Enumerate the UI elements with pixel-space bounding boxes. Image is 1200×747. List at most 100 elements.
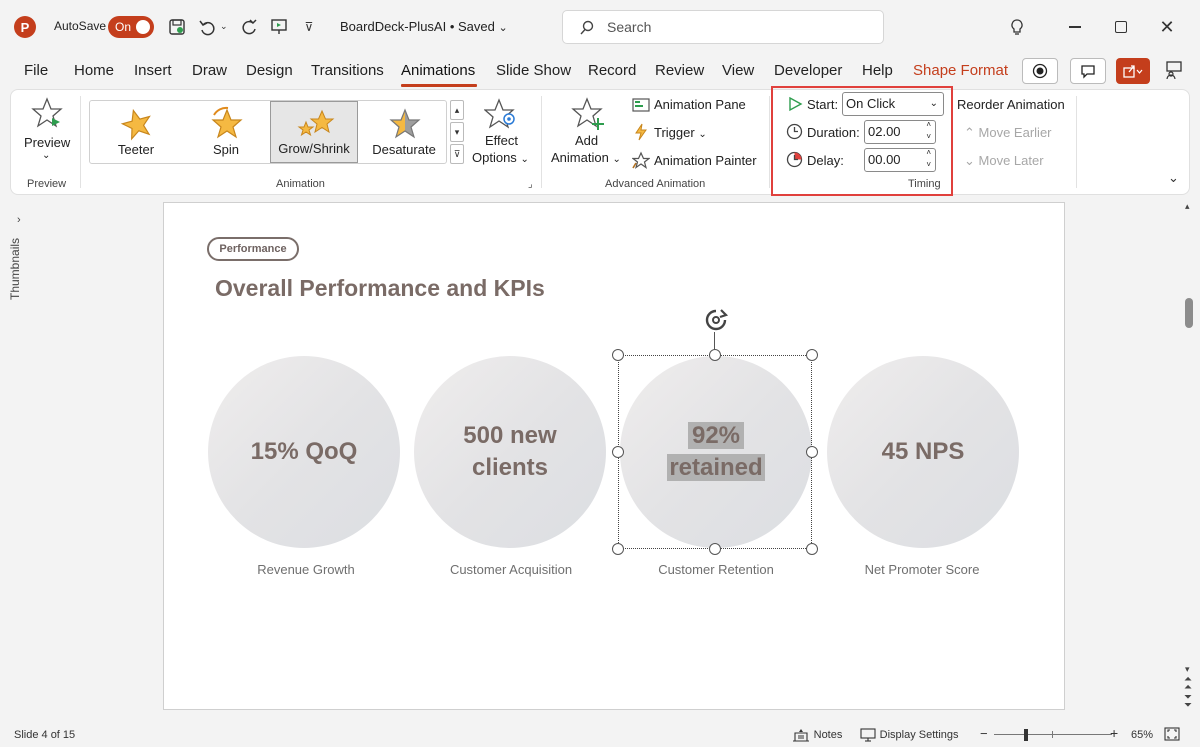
- autosave-toggle[interactable]: On: [108, 16, 154, 38]
- record-button[interactable]: [1022, 58, 1058, 84]
- tab-transitions[interactable]: Transitions: [311, 62, 384, 79]
- present-icon[interactable]: [268, 15, 290, 39]
- tab-file[interactable]: File: [24, 62, 48, 79]
- search-placeholder: Search: [607, 19, 652, 35]
- section-badge[interactable]: Performance: [207, 237, 299, 261]
- document-title[interactable]: BoardDeck-PlusAI • Saved ⌄: [340, 19, 508, 34]
- vertical-scrollbar[interactable]: [1182, 200, 1196, 718]
- move-earlier-button[interactable]: ⌃ Move Earlier: [964, 125, 1052, 141]
- resize-handle-se[interactable]: [806, 543, 818, 555]
- desaturate-star-icon: [389, 108, 421, 139]
- notes-label: Notes: [813, 729, 843, 741]
- trigger-label: Trigger: [654, 125, 695, 140]
- tab-design[interactable]: Design: [246, 62, 293, 79]
- display-settings-icon: [860, 728, 876, 742]
- preview-chevron-icon[interactable]: ⌄: [42, 150, 50, 161]
- move-later-button[interactable]: ⌄ Move Later: [964, 153, 1044, 169]
- kpi-circle[interactable]: 15% QoQ: [208, 356, 400, 548]
- resize-handle-s[interactable]: [709, 543, 721, 555]
- maximize-icon[interactable]: [1108, 14, 1134, 40]
- expand-thumbnails-icon[interactable]: ›: [17, 214, 21, 226]
- zoom-out-icon[interactable]: −: [980, 726, 988, 741]
- animation-painter-button[interactable]: Animation Painter: [654, 153, 757, 168]
- kpi-value-line2: clients: [471, 454, 548, 481]
- preview-button[interactable]: Preview: [24, 135, 70, 150]
- duration-stepper[interactable]: 02.00 ˄ ˅: [864, 120, 936, 144]
- gallery-item-spin[interactable]: Spin: [182, 101, 270, 163]
- slide-title[interactable]: Overall Performance and KPIs: [215, 275, 545, 302]
- animation-dialog-launcher-icon[interactable]: ⌟: [528, 179, 533, 190]
- undo-dropdown-icon[interactable]: ⌄: [220, 21, 228, 32]
- gallery-more[interactable]: ⊽: [450, 144, 464, 164]
- gallery-label: Spin: [212, 142, 240, 157]
- zoom-level[interactable]: 65%: [1131, 729, 1153, 741]
- start-label: Start:: [807, 97, 839, 112]
- notes-button[interactable]: Notes: [792, 726, 842, 742]
- thumbnails-label[interactable]: Thumbnails: [8, 238, 22, 300]
- effect-options-line1[interactable]: Effect: [485, 133, 518, 148]
- fit-to-window-icon[interactable]: [1164, 727, 1180, 744]
- share-button[interactable]: [1116, 58, 1150, 84]
- previous-slide-icon[interactable]: ⏶ ⏶: [1184, 675, 1192, 693]
- rotate-handle-icon[interactable]: [703, 307, 729, 336]
- animation-pane-button[interactable]: Animation Pane: [654, 97, 746, 112]
- delay-clock-icon: [786, 151, 803, 171]
- zoom-in-icon[interactable]: +: [1110, 725, 1118, 741]
- trigger-icon: [633, 123, 649, 144]
- gallery-scroll-up[interactable]: ▴: [450, 100, 464, 120]
- effect-options-chevron-icon: ⌄: [520, 154, 529, 165]
- resize-handle-w[interactable]: [612, 446, 624, 458]
- gallery-label: Teeter: [117, 142, 155, 157]
- next-slide-icon[interactable]: ⏷ ⏷: [1184, 693, 1192, 711]
- customize-qat-icon[interactable]: ⊽: [298, 15, 320, 39]
- tab-record[interactable]: Record: [588, 62, 636, 79]
- search-box[interactable]: Search: [562, 10, 884, 44]
- undo-icon[interactable]: [196, 15, 218, 39]
- gallery-item-teeter[interactable]: Teeter: [92, 101, 180, 163]
- scroll-up-icon[interactable]: ▴: [1185, 201, 1190, 212]
- powerpoint-logo: P: [14, 16, 36, 38]
- tab-view[interactable]: View: [722, 62, 754, 79]
- save-icon[interactable]: [166, 15, 188, 39]
- lightbulb-icon[interactable]: [1004, 14, 1030, 40]
- gallery-scroll-down[interactable]: ▾: [450, 122, 464, 142]
- delay-stepper[interactable]: 00.00 ˄ ˅: [864, 148, 936, 172]
- resize-handle-ne[interactable]: [806, 349, 818, 361]
- comments-button[interactable]: [1070, 58, 1106, 84]
- tab-slide-show[interactable]: Slide Show: [496, 62, 571, 79]
- effect-options-button[interactable]: Options ⌄: [472, 150, 529, 165]
- scrollbar-thumb[interactable]: [1185, 298, 1193, 328]
- gallery-label: Desaturate: [372, 142, 436, 157]
- resize-handle-e[interactable]: [806, 446, 818, 458]
- gallery-item-desaturate[interactable]: Desaturate: [360, 101, 448, 163]
- trigger-chevron-icon: ⌄: [698, 129, 707, 140]
- presenter-coach-icon[interactable]: [1164, 60, 1184, 83]
- zoom-slider[interactable]: [994, 734, 1112, 735]
- kpi-circle[interactable]: 45 NPS: [827, 356, 1019, 548]
- start-select[interactable]: On Click ⌄: [842, 92, 944, 116]
- gallery-item-grow-shrink[interactable]: Grow/Shrink: [270, 101, 358, 163]
- tab-developer[interactable]: Developer: [774, 62, 842, 79]
- close-icon[interactable]: ✕: [1154, 14, 1180, 40]
- resize-handle-nw[interactable]: [612, 349, 624, 361]
- resize-handle-sw[interactable]: [612, 543, 624, 555]
- redo-icon[interactable]: [238, 15, 260, 39]
- trigger-button[interactable]: Trigger ⌄: [654, 125, 707, 140]
- kpi-circle[interactable]: 500 new clients: [414, 356, 606, 548]
- ribbon-collapse-icon[interactable]: ⌄: [1168, 170, 1179, 186]
- tab-review[interactable]: Review: [655, 62, 704, 79]
- tab-animations[interactable]: Animations: [401, 62, 475, 79]
- zoom-slider-thumb[interactable]: [1024, 729, 1028, 741]
- display-settings-button[interactable]: Display Settings: [860, 726, 959, 742]
- add-animation-line1[interactable]: Add: [575, 133, 598, 148]
- tab-draw[interactable]: Draw: [192, 62, 227, 79]
- tab-shape-format[interactable]: Shape Format: [913, 62, 1008, 79]
- move-later-label: Move Later: [978, 153, 1044, 168]
- minimize-icon[interactable]: [1062, 14, 1088, 40]
- resize-handle-n[interactable]: [709, 349, 721, 361]
- tab-insert[interactable]: Insert: [134, 62, 172, 79]
- kpi-value-line1: 15% QoQ: [250, 438, 358, 465]
- tab-home[interactable]: Home: [74, 62, 114, 79]
- tab-help[interactable]: Help: [862, 62, 893, 79]
- add-animation-button[interactable]: Animation ⌄: [551, 150, 621, 165]
